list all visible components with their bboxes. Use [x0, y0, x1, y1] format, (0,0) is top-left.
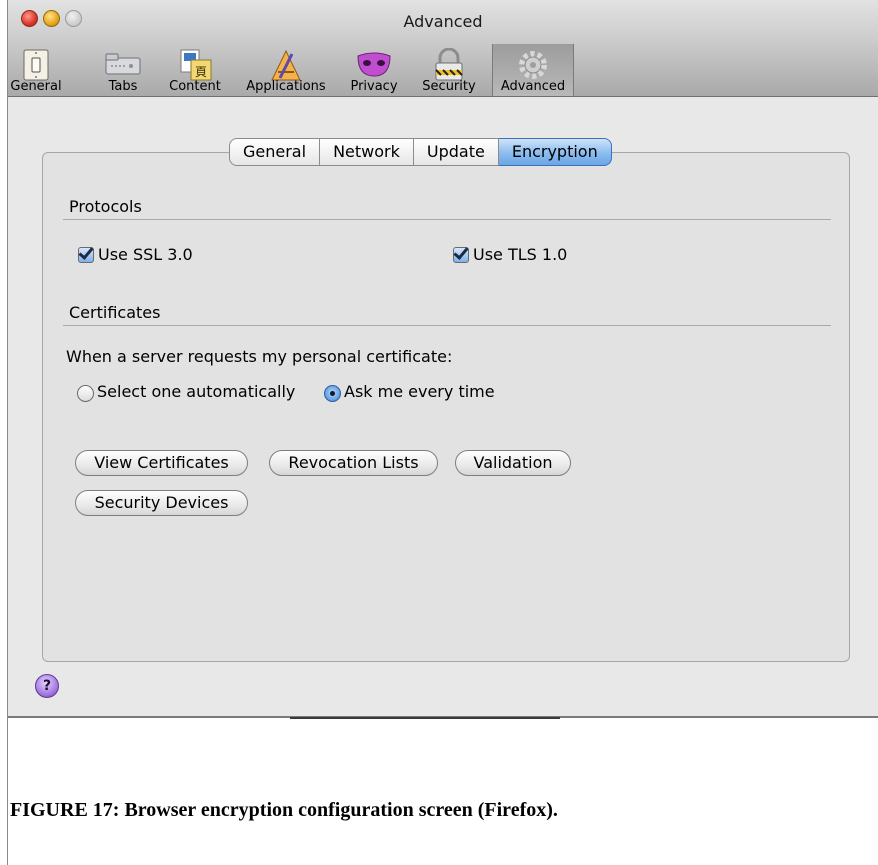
toolbar-item-security[interactable]: Security [413, 44, 485, 96]
encryption-panel: Protocols Use SSL 3.0 Use TLS 1.0 Certif… [42, 152, 850, 662]
ask-every-time-label: Ask me every time [344, 382, 495, 401]
toolbar-label-advanced: Advanced [500, 79, 566, 94]
figure-caption: FIGURE 17: Browser encryption configurat… [10, 799, 558, 821]
tab-encryption[interactable]: Encryption [498, 138, 612, 166]
window-title: Advanced [403, 12, 483, 31]
light-switch-icon [23, 49, 49, 81]
window-bottom-shadow [290, 717, 560, 719]
view-certificates-button[interactable]: View Certificates [75, 450, 248, 476]
ask-every-time-radio[interactable] [324, 385, 341, 402]
protocols-heading: Protocols [69, 197, 142, 216]
toolbar-item-privacy[interactable]: Privacy [343, 44, 405, 96]
certificates-divider [63, 325, 831, 326]
toolbar-item-general[interactable]: General [8, 44, 64, 96]
toolbar-item-applications[interactable]: Applications [236, 44, 336, 96]
toolbar-label-general: General [10, 79, 62, 94]
help-button[interactable]: ? [35, 674, 59, 698]
select-automatically-radio[interactable] [77, 385, 94, 402]
applications-icon [271, 49, 301, 81]
use-ssl-checkbox[interactable] [78, 247, 94, 263]
toolbar-item-tabs[interactable]: Tabs [101, 44, 145, 96]
padlock-icon [435, 48, 463, 81]
preferences-tab-bar: General Network Update Encryption [229, 138, 612, 166]
certificate-request-prompt: When a server requests my personal certi… [66, 347, 453, 366]
revocation-lists-button[interactable]: Revocation Lists [269, 450, 438, 476]
toolbar-label-tabs: Tabs [108, 79, 138, 94]
toolbar-label-content: Content [169, 79, 221, 94]
use-tls-label: Use TLS 1.0 [473, 245, 568, 264]
tabs-icon [105, 53, 141, 75]
toolbar-item-content[interactable]: 頁 Content [163, 44, 227, 96]
use-tls-checkbox[interactable] [453, 247, 469, 263]
toolbar-label-privacy: Privacy [350, 79, 398, 94]
protocols-divider [63, 219, 831, 220]
toolbar-label-applications: Applications [246, 79, 326, 94]
gear-icon [519, 51, 547, 79]
toolbar-item-advanced[interactable]: Advanced [492, 44, 574, 96]
preferences-window: Advanced General Tabs 頁 Content Applicat… [8, 0, 878, 717]
select-automatically-label: Select one automatically [97, 382, 296, 401]
privacy-mask-icon [357, 52, 391, 77]
svg-text:頁: 頁 [195, 65, 207, 79]
toolbar-label-security: Security [422, 79, 476, 94]
tab-network[interactable]: Network [320, 138, 414, 166]
content-documents-icon: 頁 [180, 49, 212, 81]
use-ssl-label: Use SSL 3.0 [98, 245, 193, 264]
title-bar: Advanced General Tabs 頁 Content Applicat… [8, 0, 878, 97]
validation-button[interactable]: Validation [455, 450, 571, 476]
certificates-heading: Certificates [69, 303, 161, 322]
security-devices-button[interactable]: Security Devices [75, 490, 248, 516]
tab-general[interactable]: General [229, 138, 321, 166]
tab-update[interactable]: Update [413, 138, 499, 166]
